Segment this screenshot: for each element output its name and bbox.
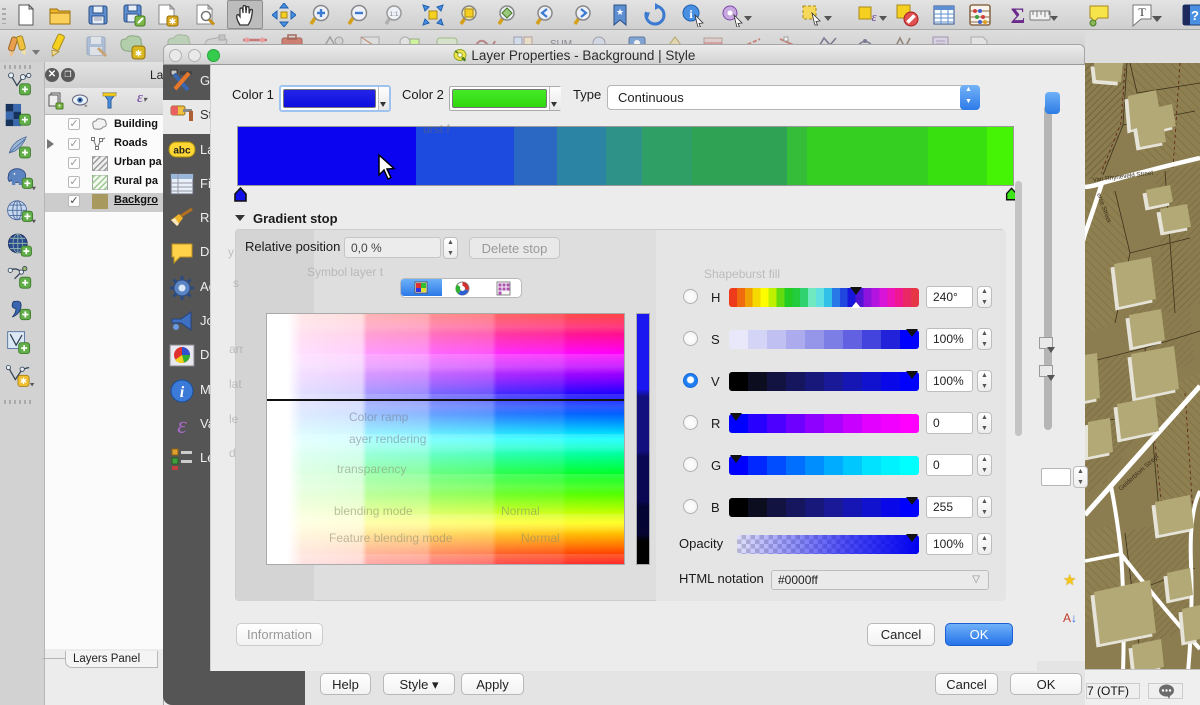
svg-text:+: + [58,104,62,110]
svg-text:1:1: 1:1 [389,11,398,18]
svg-text:✱: ✱ [20,376,27,386]
svg-text:✱: ✱ [135,49,143,59]
svg-text:✱: ✱ [169,17,177,27]
svg-text:?: ? [1191,8,1199,23]
svg-text:ε: ε [177,413,187,438]
svg-text:abc: abc [173,146,191,157]
svg-text:★: ★ [616,7,624,17]
svg-text:ε: ε [871,9,877,24]
svg-text:i: i [180,384,185,401]
svg-text:Σ: Σ [1011,3,1025,27]
svg-text:T: T [1138,5,1146,19]
